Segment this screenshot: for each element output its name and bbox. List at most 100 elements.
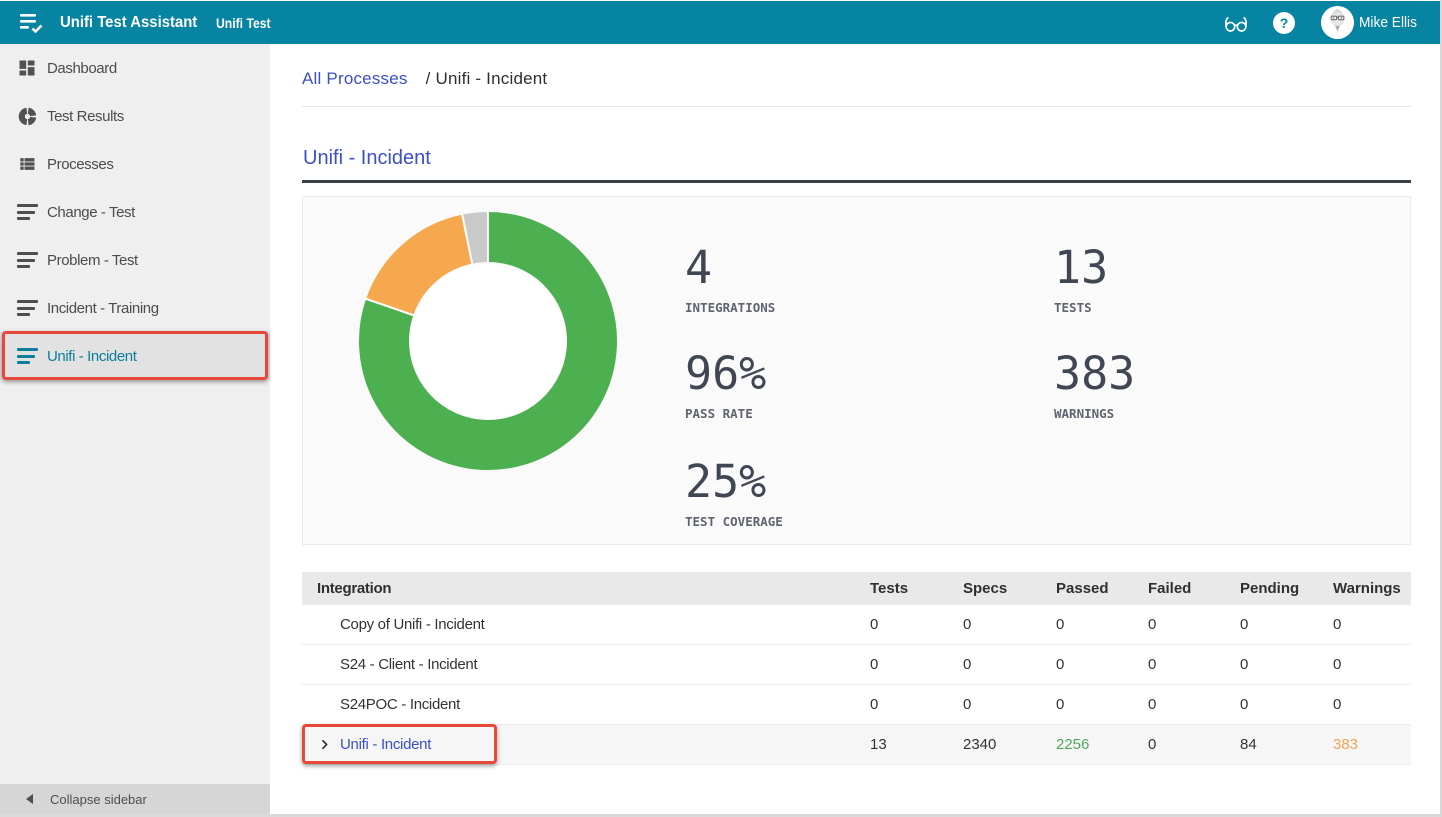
integration-table: IntegrationTestsSpecsPassedFailedPending…: [302, 572, 1411, 765]
column-header-integration: Integration: [302, 580, 870, 597]
cell-passed: 0: [1056, 696, 1148, 713]
process-lines-icon: [17, 252, 39, 268]
app-window: Unifi Test Assistant Unifi Test ?: [0, 0, 1442, 817]
column-header-passed: Passed: [1056, 580, 1148, 597]
stat-label: INTEGRATIONS: [685, 300, 985, 315]
sidebar-item-change-test[interactable]: Change - Test: [0, 188, 270, 236]
sidebar-item-label: Test Results: [47, 108, 124, 125]
sidebar-item-label: Problem - Test: [47, 252, 138, 269]
process-lines-icon: [17, 300, 39, 316]
stat-value: 4: [685, 245, 985, 291]
stat-value: 13: [1054, 245, 1354, 291]
cell-tests: 0: [870, 696, 963, 713]
cell-pending: 0: [1240, 616, 1333, 633]
cell-failed: 0: [1148, 656, 1240, 673]
cell-tests: 13: [870, 736, 963, 753]
process-lines-icon: [17, 348, 39, 364]
svg-text:?: ?: [1280, 15, 1289, 31]
cell-warnings: 0: [1333, 696, 1411, 713]
sidebar-item-test-results[interactable]: Test Results: [0, 92, 270, 140]
collapse-arrow-icon: [26, 794, 33, 804]
table-header-row: IntegrationTestsSpecsPassedFailedPending…: [302, 572, 1411, 605]
table-row-s24poc-incident[interactable]: S24POC - Incident000000: [302, 685, 1411, 725]
cell-pending: 0: [1240, 656, 1333, 673]
breadcrumb-current: / Unifi - Incident: [426, 69, 548, 89]
help-icon[interactable]: ?: [1273, 12, 1295, 34]
stat-test-coverage: 25% TEST COVERAGE: [685, 459, 985, 529]
cell-pending: 0: [1240, 696, 1333, 713]
integration-name: S24POC - Incident: [340, 696, 460, 713]
topbar-right: ? Mike Ellis: [1223, 6, 1440, 39]
sidebar-item-label: Processes: [47, 156, 113, 173]
stat-label: TESTS: [1054, 300, 1354, 315]
cell-passed: 0: [1056, 616, 1148, 633]
sidebar-item-unifi-incident[interactable]: Unifi - Incident: [0, 332, 270, 380]
page-title: Unifi - Incident: [303, 147, 431, 170]
sidebar-item-label: Change - Test: [47, 204, 135, 221]
chevron-right-icon: [318, 738, 331, 751]
cell-specs: 0: [963, 696, 1056, 713]
table-body: Copy of Unifi - Incident000000S24 - Clie…: [302, 605, 1411, 765]
breadcrumb: All Processes / Unifi - Incident: [302, 69, 547, 89]
table-row-copy-of-unifi-incident[interactable]: Copy of Unifi - Incident000000: [302, 605, 1411, 645]
app-title: Unifi Test Assistant: [60, 14, 197, 32]
column-header-warnings: Warnings: [1333, 580, 1411, 597]
app-subtitle: Unifi Test: [216, 15, 271, 31]
integration-name: Copy of Unifi - Incident: [340, 616, 485, 633]
sidebar-nav: Dashboard Test Results Processes Change - T…: [0, 44, 270, 380]
donut-icon: [17, 106, 39, 127]
stat-value: 96%: [685, 351, 985, 397]
summary-donut-chart: [348, 201, 628, 481]
stat-label: WARNINGS: [1054, 406, 1354, 421]
cell-passed: 0: [1056, 656, 1148, 673]
stat-pass-rate: 96% PASS RATE: [685, 351, 985, 421]
cell-passed: 2256: [1056, 736, 1148, 753]
user-name[interactable]: Mike Ellis: [1359, 14, 1412, 31]
cell-specs: 0: [963, 656, 1056, 673]
list-icon: [17, 154, 39, 174]
stat-warnings: 383 WARNINGS: [1054, 351, 1354, 421]
user-avatar[interactable]: [1321, 6, 1354, 39]
dashboard-icon: [17, 58, 39, 78]
integration-name: S24 - Client - Incident: [340, 656, 477, 673]
stat-tests: 13 TESTS: [1054, 245, 1354, 315]
sidebar-item-label: Dashboard: [47, 60, 117, 77]
cell-failed: 0: [1148, 696, 1240, 713]
table-row-unifi-incident[interactable]: Unifi - Incident 1323402256084383: [302, 725, 1411, 765]
cell-pending: 84: [1240, 736, 1333, 753]
title-underline: [302, 180, 1411, 183]
process-lines-icon: [17, 204, 39, 220]
menu-check-icon[interactable]: [20, 13, 44, 33]
sidebar-item-label: Incident - Training: [47, 300, 159, 317]
sidebar-item-problem-test[interactable]: Problem - Test: [0, 236, 270, 284]
breadcrumb-divider: [302, 106, 1411, 107]
stat-value: 25%: [685, 459, 985, 505]
column-header-failed: Failed: [1148, 580, 1240, 597]
sidebar-item-incident-training[interactable]: Incident - Training: [0, 284, 270, 332]
breadcrumb-all-processes-link[interactable]: All Processes: [302, 69, 408, 89]
cell-warnings: 383: [1333, 736, 1411, 753]
cell-failed: 0: [1148, 616, 1240, 633]
sidebar-item-dashboard[interactable]: Dashboard: [0, 44, 270, 92]
sidebar: Dashboard Test Results Processes Change - T…: [0, 44, 270, 814]
column-header-tests: Tests: [870, 580, 963, 597]
cell-warnings: 0: [1333, 616, 1411, 633]
column-header-pending: Pending: [1240, 580, 1333, 597]
sidebar-item-processes[interactable]: Processes: [0, 140, 270, 188]
glasses-icon[interactable]: [1223, 10, 1249, 36]
column-header-specs: Specs: [963, 580, 1056, 597]
top-bar: Unifi Test Assistant Unifi Test ?: [0, 1, 1440, 44]
collapse-sidebar-button[interactable]: Collapse sidebar: [0, 784, 270, 814]
table-row-s24-client-incident[interactable]: S24 - Client - Incident000000: [302, 645, 1411, 685]
summary-card: 4 INTEGRATIONS 96% PASS RATE 25% TEST COVERAG…: [302, 196, 1411, 545]
cell-tests: 0: [870, 616, 963, 633]
main-content: All Processes / Unifi - Incident Unifi -…: [270, 44, 1440, 814]
cell-specs: 2340: [963, 736, 1056, 753]
cell-warnings: 0: [1333, 656, 1411, 673]
cell-failed: 0: [1148, 736, 1240, 753]
stat-label: PASS RATE: [685, 406, 985, 421]
integration-link[interactable]: Unifi - Incident: [340, 736, 431, 753]
stat-label: TEST COVERAGE: [685, 514, 985, 529]
stat-value: 383: [1054, 351, 1354, 397]
cell-tests: 0: [870, 656, 963, 673]
